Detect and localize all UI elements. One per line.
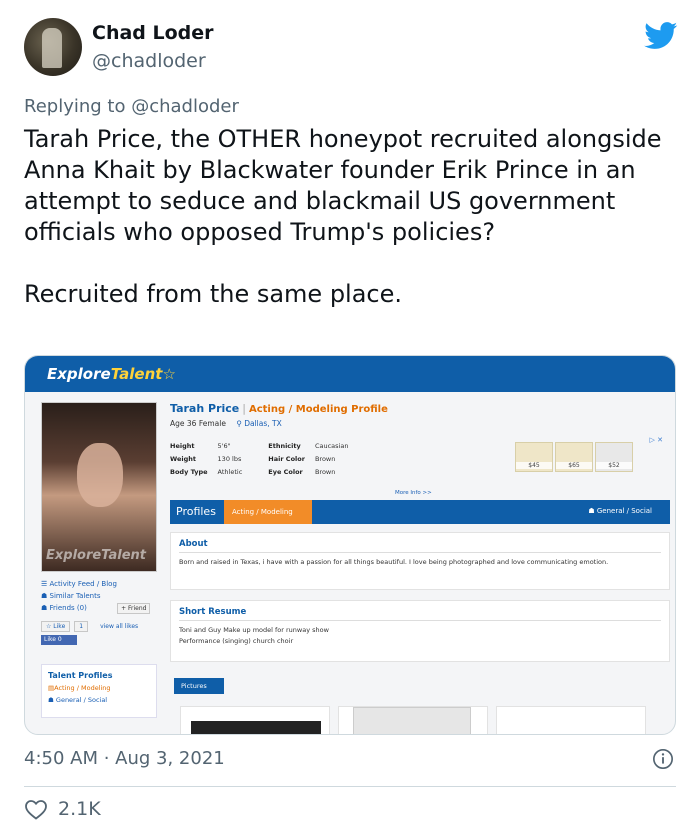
talent-profile-general-link[interactable]: ☗ General / Social: [48, 696, 150, 704]
likes-row[interactable]: 2.1K: [24, 798, 101, 820]
picture-thumbnail[interactable]: [338, 706, 488, 734]
like-button[interactable]: ☆ Like: [41, 621, 71, 632]
like-count: 1: [74, 621, 89, 632]
profile-name-line: Tarah Price | Acting / Modeling Profile: [170, 402, 388, 415]
picture-thumbnail[interactable]: [180, 706, 330, 734]
talent-profile-acting-link[interactable]: ▤Acting / Modeling: [48, 684, 150, 692]
picture-thumbnail[interactable]: [496, 706, 646, 734]
author-handle[interactable]: @chadloder: [92, 50, 206, 72]
ad-item-1[interactable]: $45: [515, 442, 553, 472]
author-name[interactable]: Chad Loder: [92, 22, 214, 44]
heart-icon[interactable]: [24, 798, 48, 820]
profiles-bar: Profiles Acting / Modeling ☗ General / S…: [170, 500, 670, 524]
tweet-paragraph-1: Tarah Price, the OTHER honeypot recruite…: [24, 125, 662, 246]
pictures-tab[interactable]: Pictures: [174, 678, 224, 694]
ad-close-icon[interactable]: ▷ ✕: [650, 436, 663, 444]
similar-talents-link[interactable]: ☗ Similar Talents: [41, 590, 161, 602]
author-avatar[interactable]: [24, 18, 82, 76]
reply-prefix: Replying to: [24, 96, 126, 117]
profile-photo: ExploreTalent: [41, 402, 157, 572]
ad-item-3[interactable]: $52: [595, 442, 633, 472]
tweet-text: Tarah Price, the OTHER honeypot recruite…: [24, 124, 674, 341]
location-link[interactable]: ⚲ Dallas, TX: [236, 419, 281, 428]
attached-image[interactable]: ExploreTalent☆ ExploreTalent ☰ Activity …: [24, 355, 676, 735]
profile-type: Acting / Modeling Profile: [248, 404, 388, 415]
et-header-bar: ExploreTalent☆: [25, 356, 675, 392]
photo-watermark: ExploreTalent: [46, 548, 147, 563]
resume-title: Short Resume: [179, 607, 661, 621]
resume-section: Short Resume Toni and Guy Make up model …: [170, 600, 670, 662]
explore-talent-logo: ExploreTalent☆: [47, 365, 176, 383]
like-count-value: 2.1K: [58, 798, 101, 820]
ad-item-2[interactable]: $65: [555, 442, 593, 472]
reply-context: Replying to @chadloder: [24, 96, 239, 117]
jewelry-ad[interactable]: $45 $65 $52 ▷ ✕: [515, 436, 663, 482]
profile-left-column: ExploreTalent ☰ Activity Feed / Blog ☗ S…: [41, 402, 161, 645]
profile-right-column: Tarah Price | Acting / Modeling Profile Ag…: [170, 402, 670, 734]
friends-link[interactable]: Friends (0): [50, 604, 87, 612]
tweet-timestamp[interactable]: 4:50 AM · Aug 3, 2021: [24, 748, 225, 769]
talent-profiles-title: Talent Profiles: [48, 671, 113, 680]
tab-general-social[interactable]: ☗ General / Social: [588, 507, 652, 515]
profile-age-line: Age 36 Female ⚲ Dallas, TX: [170, 419, 282, 428]
talent-profiles-box: Talent Profiles ▤Acting / Modeling ☗ Gen…: [41, 664, 157, 718]
info-icon[interactable]: [652, 748, 674, 770]
activity-feed-link[interactable]: ☰ Activity Feed / Blog: [41, 578, 161, 590]
about-body: Born and raised in Texas, i have with a …: [179, 558, 609, 566]
friends-row: ☗ Friends (0) + Friend: [41, 602, 161, 615]
tweet-header: Chad Loder @chadloder: [24, 18, 680, 80]
add-friend-button[interactable]: + Friend: [117, 603, 151, 614]
view-all-likes-link[interactable]: view all likes: [100, 623, 138, 630]
facebook-like-button[interactable]: Like 0: [41, 635, 77, 645]
twitter-bird-icon[interactable]: [644, 22, 678, 50]
profile-name: Tarah Price: [170, 402, 240, 415]
tab-acting-modeling[interactable]: Acting / Modeling: [224, 500, 312, 524]
resume-body: Toni and Guy Make up model for runway sh…: [179, 626, 329, 645]
profiles-bar-title: Profiles: [176, 505, 216, 518]
about-section: About Born and raised in Texas, i have w…: [170, 532, 670, 590]
more-info-link[interactable]: More Info >>: [395, 490, 432, 496]
reply-mention-link[interactable]: @chadloder: [131, 96, 239, 117]
about-title: About: [179, 539, 661, 553]
divider: [24, 786, 676, 787]
tweet-paragraph-2: Recruited from the same place.: [24, 280, 403, 308]
